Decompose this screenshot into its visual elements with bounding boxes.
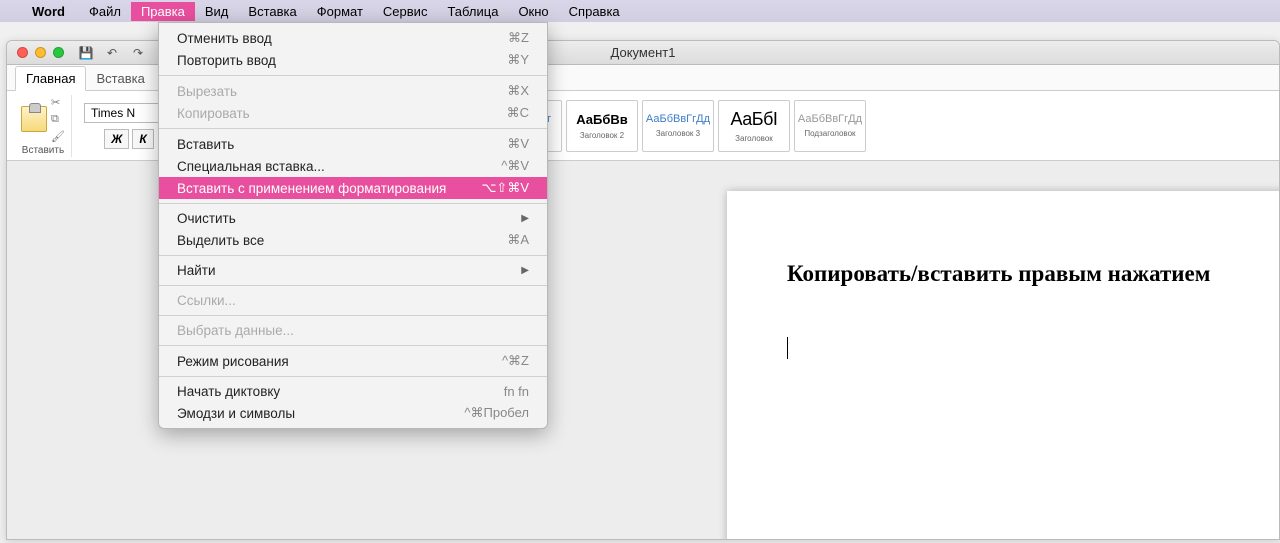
menu-item[interactable]: Режим рисования ^⌘Z: [159, 350, 547, 372]
undo-icon[interactable]: ↶: [104, 45, 120, 61]
menu-item[interactable]: Повторить ввод ⌘Y: [159, 49, 547, 71]
document-heading: Копировать/вставить правым нажатием: [787, 261, 1227, 287]
menu-shortcut: ^⌘Z: [502, 353, 529, 369]
menu-separator: [159, 128, 547, 129]
menu-item-label: Выбрать данные...: [177, 323, 294, 338]
menu-shortcut: ⌘V: [507, 136, 529, 152]
menu-item-label: Специальная вставка...: [177, 159, 325, 174]
app-name[interactable]: Word: [32, 4, 65, 19]
menu-shortcut: ⌘Y: [507, 52, 529, 68]
menu-item-label: Очистить: [177, 211, 236, 226]
menu-shortcut: ⌘A: [507, 232, 529, 248]
style-label: Заголовок 3: [656, 129, 700, 138]
menu-item[interactable]: Выделить все ⌘A: [159, 229, 547, 251]
menu-shortcut: ^⌘Пробел: [464, 405, 529, 421]
menu-item[interactable]: Отменить ввод ⌘Z: [159, 27, 547, 49]
style-card[interactable]: АаБбВв Заголовок 2: [566, 100, 638, 152]
menu-item-label: Вставить: [177, 137, 234, 152]
copy-icon[interactable]: ⧉: [51, 113, 65, 126]
menubar-item-вид[interactable]: Вид: [195, 2, 239, 21]
quick-access: 💾 ↶ ↷: [78, 45, 146, 61]
menubar-item-справка[interactable]: Справка: [559, 2, 630, 21]
menu-item-label: Начать диктовку: [177, 384, 280, 399]
menu-item[interactable]: Эмодзи и символы ^⌘Пробел: [159, 402, 547, 424]
menu-shortcut: ⌘Z: [508, 30, 529, 46]
traffic-lights: [17, 47, 64, 58]
edit-menu-dropdown: Отменить ввод ⌘Z Повторить ввод ⌘Y Вырезать ⌘…: [158, 22, 548, 429]
menu-item[interactable]: Вставить с применением форматирования ⌥⇧⌘…: [159, 177, 547, 199]
style-card[interactable]: АаБбВвГгДд Заголовок 3: [642, 100, 714, 152]
menubar-item-правка[interactable]: Правка: [131, 2, 195, 21]
style-label: Заголовок: [735, 134, 773, 143]
zoom-icon[interactable]: [53, 47, 64, 58]
ribbon-tab[interactable]: Главная: [15, 66, 86, 91]
menu-item[interactable]: Специальная вставка... ^⌘V: [159, 155, 547, 177]
menubar-item-вставка[interactable]: Вставка: [238, 2, 306, 21]
style-sample: АаБбІ: [731, 109, 778, 130]
menu-shortcut: ⌥⇧⌘V: [481, 180, 529, 196]
menu-item-label: Вставить с применением форматирования: [177, 181, 446, 196]
menubar-item-файл[interactable]: Файл: [79, 2, 131, 21]
style-sample: АаБбВвГгДд: [798, 113, 862, 125]
minimize-icon[interactable]: [35, 47, 46, 58]
ribbon-tab[interactable]: Вставка: [86, 67, 154, 90]
menubar-item-таблица[interactable]: Таблица: [437, 2, 508, 21]
menu-separator: [159, 75, 547, 76]
menu-item-label: Эмодзи и символы: [177, 406, 295, 421]
menu-item-label: Выделить все: [177, 233, 264, 248]
menubar-item-формат[interactable]: Формат: [307, 2, 373, 21]
menu-item: Выбрать данные...: [159, 320, 547, 341]
menu-item-label: Найти: [177, 263, 216, 278]
italic-button[interactable]: К: [132, 129, 153, 149]
clipboard-group: ✂ ⧉ 🖌 Вставить: [15, 95, 72, 157]
page[interactable]: Копировать/вставить правым нажатием: [727, 191, 1279, 539]
style-label: Заголовок 2: [580, 131, 624, 140]
menu-item[interactable]: Найти ▶: [159, 260, 547, 281]
menu-shortcut: ⌘X: [507, 83, 529, 99]
menu-separator: [159, 376, 547, 377]
menu-separator: [159, 203, 547, 204]
save-icon[interactable]: 💾: [78, 45, 94, 61]
menu-item: Ссылки...: [159, 290, 547, 311]
submenu-arrow-icon: ▶: [521, 265, 529, 276]
close-icon[interactable]: [17, 47, 28, 58]
menu-item-label: Вырезать: [177, 84, 237, 99]
menu-item[interactable]: Начать диктовку fn fn: [159, 381, 547, 402]
style-sample: АаБбВв: [576, 112, 628, 127]
menu-item: Копировать ⌘C: [159, 102, 547, 124]
menu-separator: [159, 255, 547, 256]
menu-shortcut: fn fn: [504, 384, 529, 399]
paste-label: Вставить: [22, 145, 64, 156]
menubar-item-сервис[interactable]: Сервис: [373, 2, 438, 21]
redo-icon[interactable]: ↷: [130, 45, 146, 61]
text-cursor: [787, 337, 788, 359]
bold-button[interactable]: Ж: [104, 129, 129, 149]
menu-item-label: Ссылки...: [177, 293, 236, 308]
format-painter-icon[interactable]: 🖌: [51, 130, 65, 143]
menu-shortcut: ^⌘V: [501, 158, 529, 174]
menubar-item-окно[interactable]: Окно: [508, 2, 558, 21]
style-sample: АаБбВвГгДд: [646, 113, 710, 125]
paste-icon[interactable]: [21, 106, 47, 132]
menu-item-label: Режим рисования: [177, 354, 289, 369]
menu-item[interactable]: Очистить ▶: [159, 208, 547, 229]
document-title: Документ1: [611, 45, 676, 60]
menu-shortcut: ⌘C: [507, 105, 529, 121]
menu-separator: [159, 285, 547, 286]
menu-separator: [159, 345, 547, 346]
cut-icon[interactable]: ✂: [51, 96, 65, 109]
submenu-arrow-icon: ▶: [521, 213, 529, 224]
style-card[interactable]: АаБбВвГгДд Подзаголовок: [794, 100, 866, 152]
menu-item: Вырезать ⌘X: [159, 80, 547, 102]
menu-item[interactable]: Вставить ⌘V: [159, 133, 547, 155]
menu-separator: [159, 315, 547, 316]
style-card[interactable]: АаБбІ Заголовок: [718, 100, 790, 152]
menu-item-label: Копировать: [177, 106, 250, 121]
style-label: Подзаголовок: [804, 129, 855, 138]
mac-menubar: Word ФайлПравкаВидВставкаФорматСервисТаб…: [0, 0, 1280, 22]
menu-item-label: Повторить ввод: [177, 53, 276, 68]
menu-item-label: Отменить ввод: [177, 31, 272, 46]
